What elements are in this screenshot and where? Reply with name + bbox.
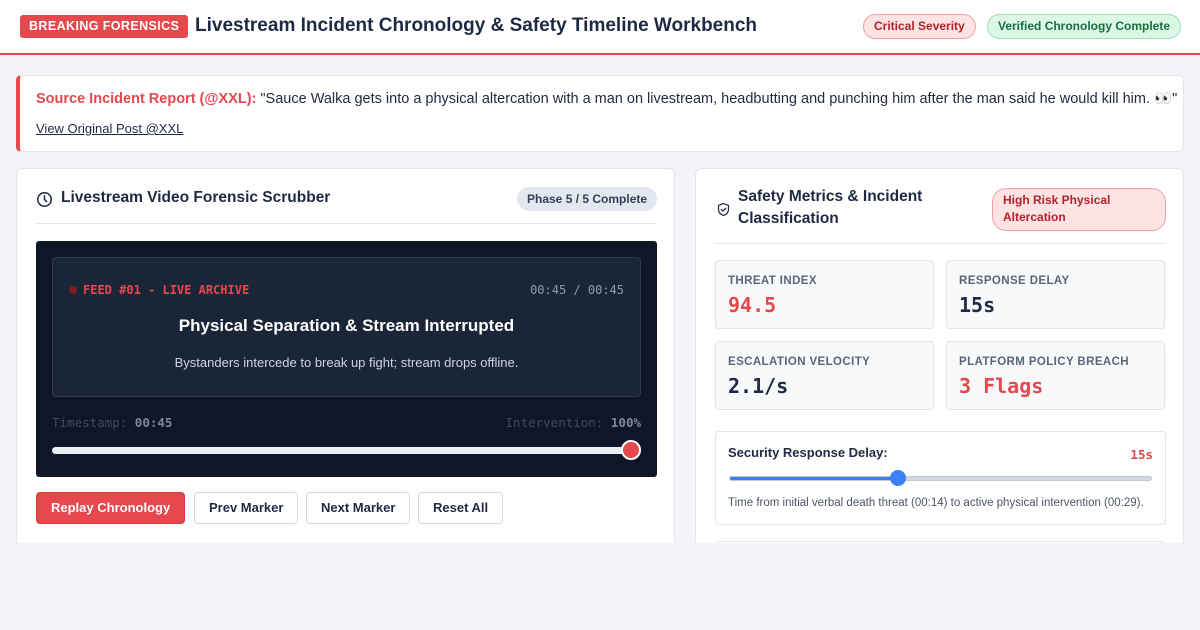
replay-chronology-button[interactable]: Replay Chronology bbox=[36, 492, 186, 524]
response-delay-panel: Security Response Delay: 15s Time from i… bbox=[715, 431, 1166, 525]
source-report-panel: Source Incident Report (@XXL): "Sauce Wa… bbox=[16, 75, 1184, 152]
shield-check-icon bbox=[717, 202, 730, 217]
metric-label: RESPONSE DELAY bbox=[959, 275, 1070, 287]
status-badge: Verified Chronology Complete bbox=[987, 14, 1182, 39]
delay-label: Security Response Delay: bbox=[728, 445, 888, 460]
view-original-post-link[interactable]: View Original Post @XXL bbox=[36, 121, 183, 136]
metric-value: 15s bbox=[959, 293, 996, 317]
page-background bbox=[0, 543, 1200, 630]
metric-escalation-velocity: ESCALATION VELOCITY 2.1/s bbox=[715, 341, 934, 410]
next-marker-button[interactable]: Next Marker bbox=[306, 492, 411, 524]
video-player: FEED #01 - LIVE ARCHIVE 00:45 / 00:45 Ph… bbox=[36, 241, 657, 477]
scrubber-title: Livestream Video Forensic Scrubber bbox=[61, 189, 331, 206]
safety-title: Safety Metrics & Incident Classification bbox=[738, 188, 923, 227]
phase-badge: Phase 5 / 5 Complete bbox=[517, 187, 658, 211]
page-title: Livestream Incident Chronology & Safety … bbox=[195, 15, 758, 36]
feed-time: 00:45 / 00:45 bbox=[530, 283, 624, 297]
timestamp-label: Timestamp: bbox=[52, 415, 128, 430]
metric-label: THREAT INDEX bbox=[728, 275, 817, 287]
metric-label: PLATFORM POLICY BREACH bbox=[959, 356, 1130, 368]
timestamp-value: 00:45 bbox=[134, 415, 173, 430]
metric-threat-index: THREAT INDEX 94.5 bbox=[715, 260, 934, 329]
live-dot-icon bbox=[69, 286, 77, 294]
video-scrubber-card: Livestream Video Forensic Scrubber Phase… bbox=[16, 168, 675, 548]
intervention-readout: Intervention: 100% bbox=[506, 415, 641, 430]
frame-title: Physical Separation & Stream Interrupted bbox=[178, 316, 515, 335]
delay-note: Time from initial verbal death threat (0… bbox=[728, 497, 1144, 509]
report-quote: "Sauce Walka gets into a physical alterc… bbox=[260, 91, 1178, 107]
slider-fill bbox=[730, 477, 899, 480]
metric-value: 2.1/s bbox=[728, 374, 789, 398]
report-line: Source Incident Report (@XXL): "Sauce Wa… bbox=[36, 89, 1177, 109]
clock-icon bbox=[36, 191, 53, 208]
timestamp-readout: Timestamp: 00:45 bbox=[52, 415, 172, 430]
timeline-scrubber[interactable] bbox=[52, 440, 641, 460]
video-frame: FEED #01 - LIVE ARCHIVE 00:45 / 00:45 Ph… bbox=[52, 257, 641, 397]
metric-label: ESCALATION VELOCITY bbox=[728, 356, 871, 368]
delay-value: 15s bbox=[1130, 447, 1153, 462]
metric-value: 3 Flags bbox=[959, 374, 1044, 398]
intervention-label: Intervention: bbox=[505, 415, 604, 430]
divider bbox=[715, 243, 1165, 244]
top-bar: BREAKING FORENSICS Livestream Incident C… bbox=[0, 0, 1200, 55]
metric-policy-breach: PLATFORM POLICY BREACH 3 Flags bbox=[946, 341, 1165, 410]
feed-label: FEED #01 - LIVE ARCHIVE bbox=[83, 283, 250, 297]
timeline-progress-fill bbox=[52, 447, 631, 454]
prev-marker-button[interactable]: Prev Marker bbox=[194, 492, 299, 524]
metric-response-delay: RESPONSE DELAY 15s bbox=[946, 260, 1165, 329]
safety-metrics-card: Safety Metrics & Incident Classification… bbox=[695, 168, 1184, 548]
reset-all-button[interactable]: Reset All bbox=[418, 492, 504, 524]
breaking-badge: BREAKING FORENSICS bbox=[20, 15, 189, 38]
timeline-scrubber-handle[interactable] bbox=[621, 440, 641, 460]
response-delay-slider[interactable] bbox=[729, 470, 1152, 486]
report-label: Source Incident Report (@XXL): bbox=[36, 91, 257, 107]
divider bbox=[36, 223, 656, 224]
frame-description: Bystanders intercede to break up fight; … bbox=[174, 355, 519, 370]
intervention-value: 100% bbox=[610, 415, 641, 430]
risk-classification-badge: High Risk Physical Altercation bbox=[992, 188, 1166, 231]
slider-handle[interactable] bbox=[890, 470, 907, 486]
metric-value: 94.5 bbox=[728, 293, 777, 317]
severity-badge: Critical Severity bbox=[863, 14, 976, 39]
